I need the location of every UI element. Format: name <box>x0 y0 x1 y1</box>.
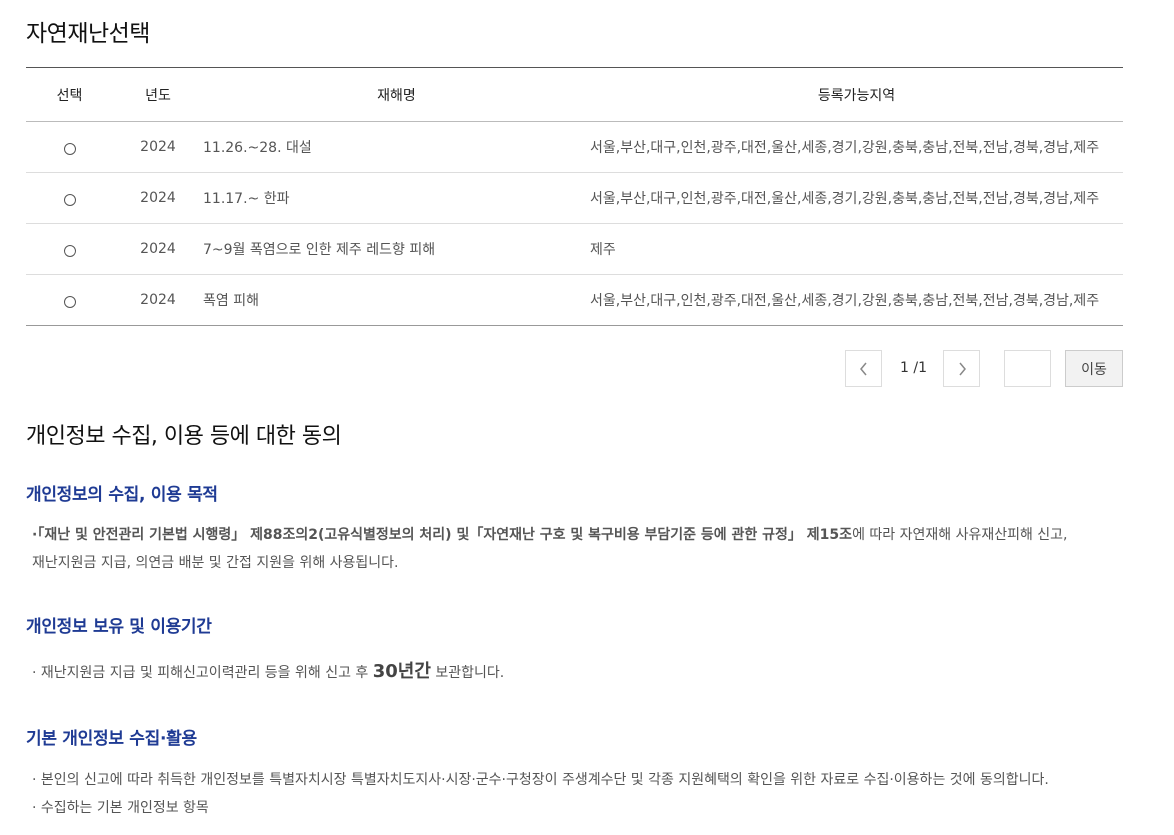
row-year: 2024 <box>140 241 176 257</box>
header-name: 재해명 <box>377 87 416 104</box>
next-page-button[interactable] <box>943 350 980 387</box>
row-disaster-name: 폭염 피해 <box>203 293 259 309</box>
retention-text: · 재난지원금 지급 및 피해신고이력관리 등을 위해 신고 후 30년간 보관… <box>32 658 504 687</box>
retention-title: 개인정보 보유 및 이용기간 <box>26 617 212 637</box>
row-regions: 서울,부산,대구,인천,광주,대전,울산,세종,경기,강원,충북,충남,전북,전… <box>590 191 1100 207</box>
table-row[interactable]: 2024 11.26.~28. 대설 서울,부산,대구,인천,광주,대전,울산,… <box>26 122 1123 173</box>
retention-text-b: 보관합니다. <box>430 665 505 681</box>
pagination: 1 /1 이동 <box>0 350 1174 387</box>
table-row[interactable]: 2024 7~9월 폭염으로 인한 제주 레드향 피해 제주 <box>26 224 1123 275</box>
select-radio[interactable] <box>63 245 76 257</box>
page-number-input[interactable] <box>1004 350 1051 387</box>
purpose-text-line2: 재난지원금 지급, 의연금 배분 및 간접 지원을 위해 사용됩니다. <box>32 555 399 571</box>
table-row[interactable]: 2024 11.17.~ 한파 서울,부산,대구,인천,광주,대전,울산,세종,… <box>26 173 1123 224</box>
chevron-left-icon <box>859 362 867 375</box>
basic-info-title: 기본 개인정보 수집·활용 <box>26 729 197 749</box>
basic-info-items-label: · 수집하는 기본 개인정보 항목 <box>32 800 209 816</box>
disaster-table: 선택 년도 재해명 등록가능지역 2024 11.26.~28. 대설 서울,부… <box>26 67 1123 326</box>
page-info: 1 /1 <box>900 360 927 376</box>
row-regions: 서울,부산,대구,인천,광주,대전,울산,세종,경기,강원,충북,충남,전북,전… <box>590 293 1100 309</box>
row-regions: 제주 <box>590 242 616 258</box>
row-disaster-name: 7~9월 폭염으로 인한 제주 레드향 피해 <box>203 242 436 258</box>
select-radio[interactable] <box>63 296 76 308</box>
row-year: 2024 <box>140 139 176 155</box>
purpose-law-text: ·「재난 및 안전관리 기본법 시행령」 제88조의2(고유식별정보의 처리) … <box>32 527 853 543</box>
basic-info-text: · 본인의 신고에 따라 취득한 개인정보를 특별자치시장 특별자치도지사·시장… <box>32 772 1049 788</box>
select-radio[interactable] <box>63 194 76 206</box>
row-regions: 서울,부산,대구,인천,광주,대전,울산,세종,경기,강원,충북,충남,전북,전… <box>590 140 1100 156</box>
row-year: 2024 <box>140 292 176 308</box>
select-radio[interactable] <box>63 143 76 155</box>
consent-title: 개인정보 수집, 이용 등에 대한 동의 <box>26 424 342 449</box>
header-year: 년도 <box>145 87 171 104</box>
row-disaster-name: 11.26.~28. 대설 <box>203 140 312 156</box>
purpose-title: 개인정보의 수집, 이용 목적 <box>26 485 218 505</box>
table-row[interactable]: 2024 폭염 피해 서울,부산,대구,인천,광주,대전,울산,세종,경기,강원… <box>26 275 1123 326</box>
header-regions: 등록가능지역 <box>817 87 896 104</box>
go-button[interactable]: 이동 <box>1065 350 1123 387</box>
row-disaster-name: 11.17.~ 한파 <box>203 191 290 207</box>
chevron-right-icon <box>958 362 966 375</box>
retention-period: 30년간 <box>372 661 431 682</box>
table-header-row: 선택 년도 재해명 등록가능지역 <box>26 67 1123 122</box>
header-select: 선택 <box>56 87 83 104</box>
purpose-text: ·「재난 및 안전관리 기본법 시행령」 제88조의2(고유식별정보의 처리) … <box>32 521 1068 549</box>
page-title: 자연재난선택 <box>26 21 150 47</box>
retention-text-a: · 재난지원금 지급 및 피해신고이력관리 등을 위해 신고 후 <box>32 665 373 681</box>
prev-page-button[interactable] <box>845 350 882 387</box>
purpose-text-tail: 에 따라 자연재해 사유재산피해 신고, <box>852 527 1068 543</box>
row-year: 2024 <box>140 190 176 206</box>
